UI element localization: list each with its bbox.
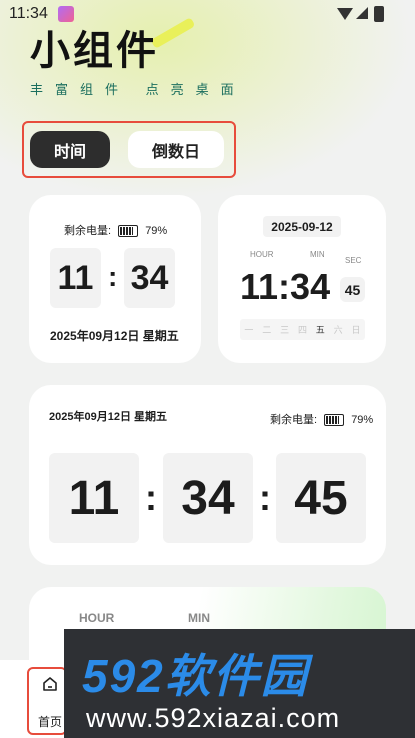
weekday-4: 四 <box>297 325 307 335</box>
wifi-icon <box>337 8 353 20</box>
colon-1: : <box>145 477 157 518</box>
minute-box: 34 <box>124 248 175 308</box>
hour-label: HOUR <box>250 250 274 259</box>
hour-box: 11 <box>50 248 101 308</box>
battery-level-icon <box>324 414 345 427</box>
battery-row: 剩余电量: 79% <box>270 411 373 427</box>
weekday-6: 六 <box>333 325 343 335</box>
colon-2: : <box>259 477 271 518</box>
weekday-5-current: 五 <box>315 325 325 335</box>
hour-label: HOUR <box>79 611 115 625</box>
minute-box: 34 <box>163 453 253 543</box>
hour-box: 11 <box>49 453 139 543</box>
weekday-row: 一 二 三 四 五 六 日 <box>240 319 365 340</box>
battery-row: 剩余电量: 79% <box>64 222 167 238</box>
weekday-2: 二 <box>262 325 272 335</box>
signal-icon <box>356 7 368 19</box>
weekday-1: 一 <box>244 325 254 335</box>
date-text: 2025年09月12日 星期五 <box>49 411 167 423</box>
colon: : <box>108 261 118 292</box>
battery-label: 剩余电量: <box>270 414 318 426</box>
battery-label: 剩余电量: <box>64 225 112 237</box>
widget-digital-clock[interactable]: 2025-09-12 HOUR MIN SEC 11:34 45 一 二 三 四… <box>218 195 386 363</box>
sec-label: SEC <box>345 256 362 265</box>
weekday-3: 三 <box>280 325 290 335</box>
watermark-url: www.592xiazai.com <box>86 703 341 733</box>
date-badge: 2025-09-12 <box>263 216 341 237</box>
widget-large-clock[interactable]: 2025年09月12日 星期五 剩余电量: 79% 11 : 34 : 45 <box>29 385 386 565</box>
tab-time[interactable]: 时间 <box>30 131 110 168</box>
widget-battery-clock[interactable]: 剩余电量: 79% 11 : 34 2025年09月12日 星期五 <box>29 195 201 363</box>
battery-level-icon <box>118 225 139 238</box>
battery-percent: 79% <box>145 225 168 237</box>
page-title: 小组件 <box>30 29 159 73</box>
clock-time: 11:34 <box>240 266 331 307</box>
date-text: 2025年09月12日 星期五 <box>50 329 179 343</box>
page-subtitle: 丰富组件 点亮桌面 <box>30 82 246 97</box>
second-box: 45 <box>276 453 366 543</box>
min-label: MIN <box>188 611 210 625</box>
battery-percent: 79% <box>351 414 374 426</box>
nav-home-label[interactable]: 首页 <box>38 713 62 730</box>
tab-countdown[interactable]: 倒数日 <box>128 131 224 168</box>
battery-icon <box>374 6 384 22</box>
weekday-7: 日 <box>351 325 361 335</box>
home-icon[interactable] <box>42 676 58 692</box>
min-label: MIN <box>310 250 325 259</box>
seconds-box: 45 <box>340 277 365 302</box>
watermark-logo: 592软件园 <box>82 650 309 702</box>
